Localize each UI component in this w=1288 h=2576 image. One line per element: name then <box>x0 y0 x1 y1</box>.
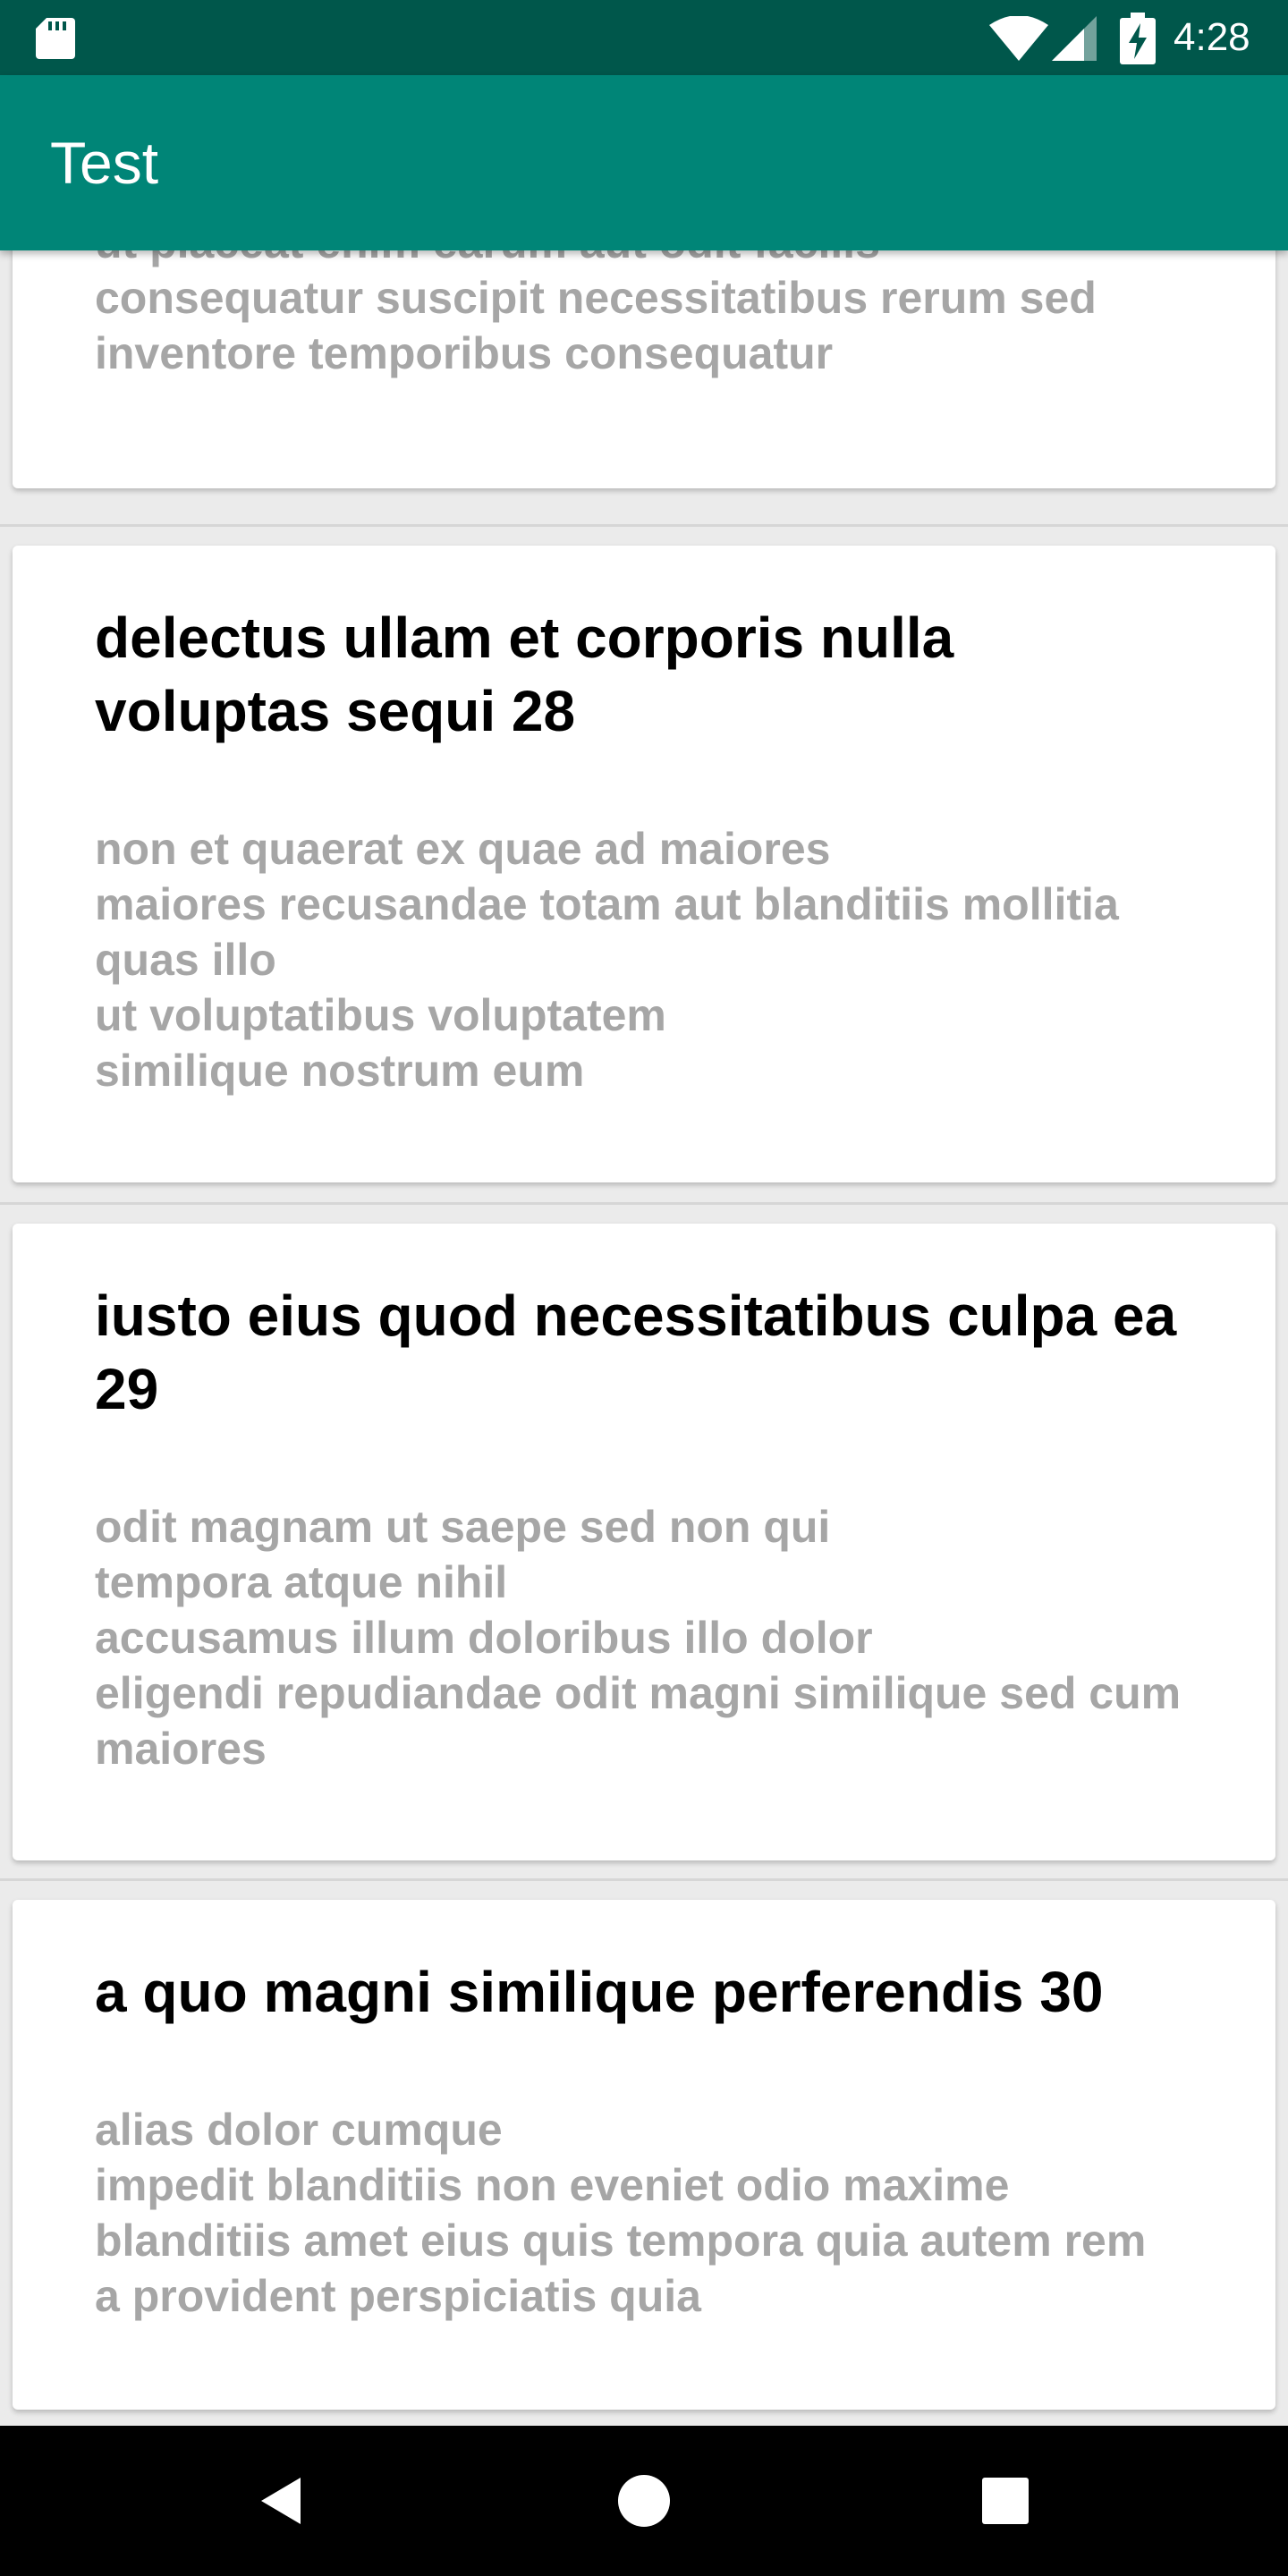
card-body: non et quaerat ex quae ad maiores maiore… <box>95 821 1222 1098</box>
card-title: iusto eius quod necessitatibus culpa ea … <box>95 1284 1177 1421</box>
card-body-line: accusamus illum doloribus illo dolor <box>95 1613 873 1663</box>
card-body: odit magnam ut saepe sed non qui tempora… <box>95 1499 1222 1776</box>
navigation-bar <box>0 2426 1288 2576</box>
card-body-line: similique nostrum eum <box>95 1046 585 1096</box>
card-body: alias dolor cumque impedit blanditiis no… <box>95 2102 1222 2324</box>
post-list[interactable]: ut placeat enim earum aut odit facilis c… <box>0 250 1288 2426</box>
signal-icon <box>1052 16 1097 61</box>
home-icon[interactable] <box>608 2465 680 2537</box>
card-body-line: impedit blanditiis non eveniet odio maxi… <box>95 2160 1010 2210</box>
card-body: ut placeat enim earum aut odit facilis c… <box>95 250 1222 381</box>
list-item[interactable]: delectus ullam et corporis nulla volupta… <box>13 546 1275 1182</box>
list-item[interactable]: a quo magni similique perferendis 30 ali… <box>13 1900 1275 2410</box>
app-title: Test <box>50 130 159 196</box>
battery-charging-icon <box>1120 13 1156 64</box>
card-title: delectus ullam et corporis nulla volupta… <box>95 606 954 743</box>
list-item[interactable]: iusto eius quod necessitatibus culpa ea … <box>13 1224 1275 1860</box>
card-body-line: ut placeat enim earum aut odit facilis <box>95 250 1222 270</box>
list-item[interactable]: ut placeat enim earum aut odit facilis c… <box>13 250 1275 488</box>
wifi-icon <box>989 16 1048 61</box>
card-body-line: maiores <box>95 1724 267 1774</box>
card-body-line: odit magnam ut saepe sed non qui <box>95 1502 831 1552</box>
card-body-line: inventore temporibus consequatur <box>95 328 834 378</box>
card-body-line: non et quaerat ex quae ad maiores <box>95 824 831 874</box>
app-bar: Test <box>0 75 1288 250</box>
card-body-line: tempora atque nihil <box>95 1557 508 1607</box>
sd-card-icon <box>36 18 75 59</box>
list-divider <box>0 1202 1288 1205</box>
recents-icon[interactable] <box>970 2465 1041 2537</box>
status-bar: 4:28 <box>0 0 1288 75</box>
list-divider <box>0 524 1288 527</box>
card-body-line: consequatur suscipit necessitatibus reru… <box>95 273 1097 323</box>
card-body-line: alias dolor cumque <box>95 2105 503 2155</box>
card-body-line: quas illo <box>95 935 276 985</box>
status-clock: 4:28 <box>1174 15 1250 59</box>
card-body-line: ut voluptatibus voluptatem <box>95 990 666 1040</box>
card-body-line: maiores recusandae totam aut blanditiis … <box>95 879 1119 929</box>
back-icon[interactable] <box>247 2465 318 2537</box>
card-title: a quo magni similique perferendis 30 <box>95 1960 1104 2024</box>
list-divider <box>0 1878 1288 1881</box>
card-body-line: eligendi repudiandae odit magni similiqu… <box>95 1668 1182 1718</box>
card-body-line: a provident perspiciatis quia <box>95 2271 701 2321</box>
card-body-line: blanditiis amet eius quis tempora quia a… <box>95 2216 1147 2266</box>
